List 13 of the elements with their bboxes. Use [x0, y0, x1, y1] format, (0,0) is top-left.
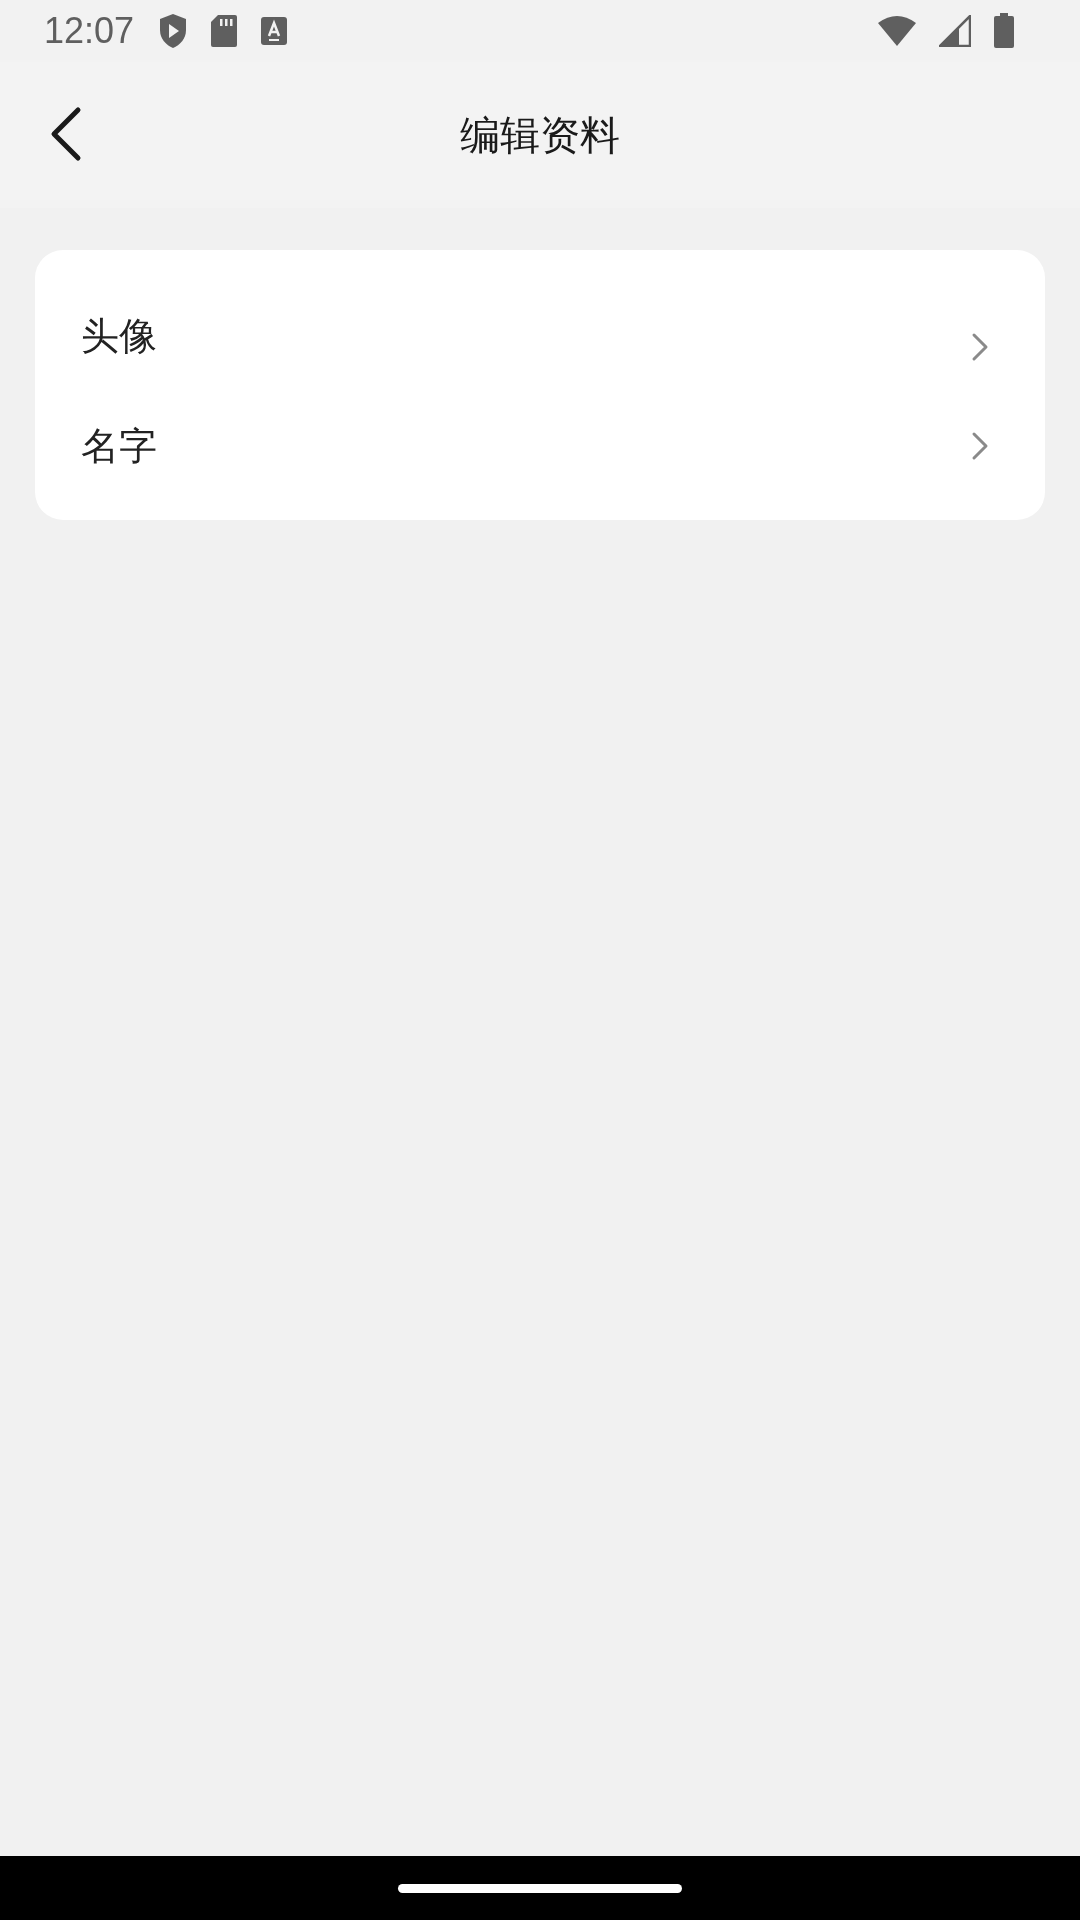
- signal-icon: [939, 15, 971, 47]
- menu-item[interactable]: 头像: [35, 250, 1045, 372]
- chevron-right-icon: [971, 332, 989, 362]
- menu-item[interactable]: 名字: [35, 372, 1045, 520]
- keyboard-a-icon: [260, 16, 289, 46]
- page-title: 编辑资料: [460, 110, 620, 160]
- sd-card-icon: [210, 14, 239, 48]
- chevron-right-icon: [971, 431, 989, 461]
- battery-icon: [993, 13, 1015, 49]
- shield-icon: [158, 13, 189, 49]
- status-time: 12:07: [44, 10, 135, 52]
- home-indicator[interactable]: [398, 1883, 682, 1893]
- wifi-icon: [877, 15, 917, 47]
